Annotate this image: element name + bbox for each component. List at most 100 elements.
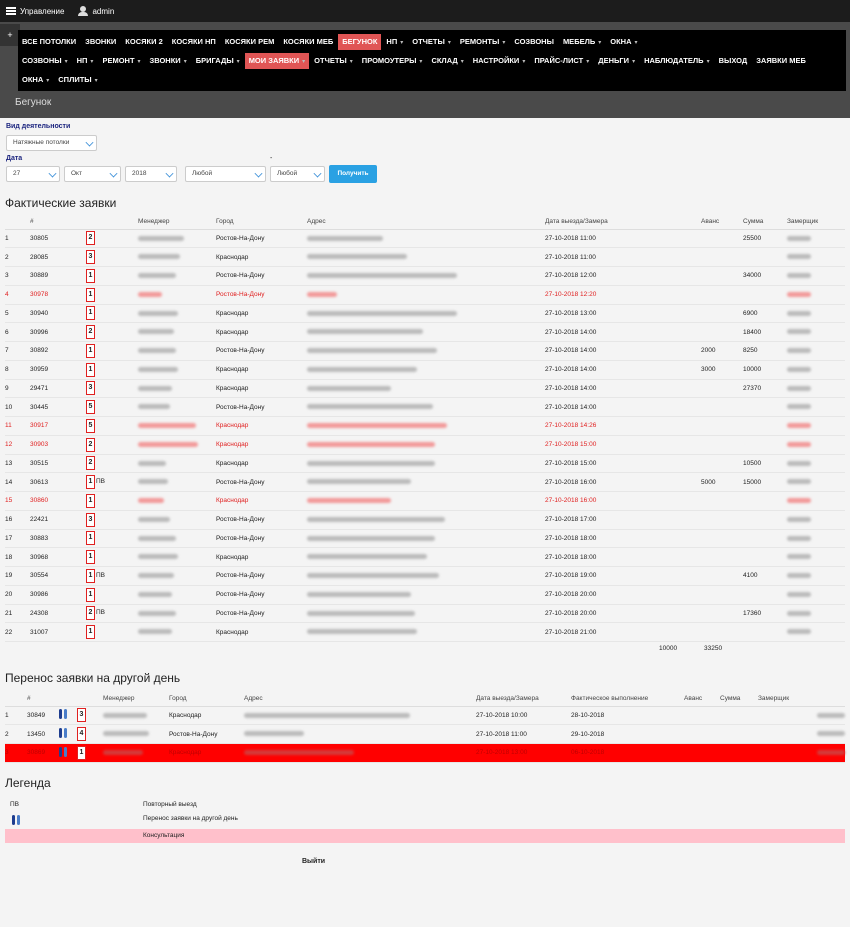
table-row[interactable]: 8 30959 1 Краснодар 27-10-2018 14:00 3000 1000…: [5, 360, 845, 379]
table-row[interactable]: 3 30889 1 Ростов-На-Дону 27-10-2018 12:00 340…: [5, 267, 845, 286]
menu-item[interactable]: СПЛИТЫ ▾: [54, 72, 101, 88]
table-row[interactable]: 12 30903 2 Краснодар 27-10-2018 15:00: [5, 435, 845, 454]
table-row[interactable]: 1 30805 2 Ростов-На-Дону 27-10-2018 11:00 255…: [5, 229, 845, 248]
manage-link[interactable]: Управление: [20, 7, 64, 16]
any-select-2[interactable]: Любой: [270, 166, 325, 182]
menu-item[interactable]: ЗАЯВКИ МЕБ: [752, 53, 810, 69]
year-select[interactable]: 2018: [125, 166, 177, 182]
menu-item[interactable]: ОТЧЕТЫ ▾: [408, 34, 455, 50]
manager-cell: [138, 398, 216, 417]
manager-cell: [138, 323, 216, 342]
get-button[interactable]: Получить: [329, 165, 377, 183]
table-row[interactable]: 7 30892 1 Ростов-На-Дону 27-10-2018 14:00 200…: [5, 342, 845, 361]
menu-item[interactable]: ПРАЙС-ЛИСТ ▾: [530, 53, 593, 69]
month-select[interactable]: Окт: [64, 166, 121, 182]
count-badge[interactable]: 1: [86, 306, 95, 321]
menu-item[interactable]: НАБЛЮДАТЕЛЬ ▾: [640, 53, 714, 69]
table-row[interactable]: 1 30849 3 Краснодар 27-10-2018 10:00 28-10-20…: [5, 706, 845, 725]
count-badge[interactable]: 1: [86, 343, 95, 358]
row-index: 18: [5, 553, 13, 561]
menu-item[interactable]: СОЗВОНЫ ▾: [18, 53, 72, 69]
count-badge[interactable]: 1: [86, 493, 95, 508]
table-row[interactable]: 18 30968 1 Краснодар 27-10-2018 18:00: [5, 548, 845, 567]
menu-item[interactable]: ПРОМОУТЕРЫ ▾: [358, 53, 427, 69]
count-badge[interactable]: 3: [86, 381, 95, 396]
menu-item[interactable]: МОИ ЗАЯВКИ ▾: [244, 52, 310, 69]
activity-select[interactable]: Натяжные потолки: [6, 135, 97, 151]
count-badge[interactable]: 3: [86, 512, 95, 527]
menu-item[interactable]: МЕБЕЛЬ ▾: [559, 34, 605, 50]
menu-item[interactable]: ОКНА ▾: [606, 34, 641, 50]
table-row[interactable]: 5 30940 1 Краснодар 27-10-2018 13:00 6900: [5, 304, 845, 323]
table-row[interactable]: 17 30883 1 Ростов-На-Дону 27-10-2018 18:00: [5, 529, 845, 548]
count-badge[interactable]: 5: [86, 400, 95, 415]
username[interactable]: admin: [92, 7, 114, 16]
count-badge[interactable]: 2: [86, 231, 95, 246]
table-row[interactable]: 22 31007 1 Краснодар 27-10-2018 21:00: [5, 623, 845, 642]
count-badge[interactable]: 1: [86, 625, 95, 640]
menu-item[interactable]: ОКНА ▾: [18, 72, 53, 88]
count-badge[interactable]: 1: [77, 745, 86, 760]
table-row[interactable]: 10 30445 5 Ростов-На-Дону 27-10-2018 14:00: [5, 398, 845, 417]
menu-item[interactable]: НП ▾: [73, 53, 98, 69]
menu-item[interactable]: ЗВОНКИ: [81, 34, 120, 50]
table-row[interactable]: 13 30515 2 Краснодар 27-10-2018 15:00 10500: [5, 454, 845, 473]
count-badge[interactable]: 1: [86, 568, 95, 583]
menu-item[interactable]: СКЛАД ▾: [427, 53, 467, 69]
menu-item[interactable]: КОСЯКИ НП: [168, 34, 220, 50]
count-badge[interactable]: 3: [77, 708, 86, 723]
count-badge[interactable]: 1: [86, 268, 95, 283]
menu-item[interactable]: РЕМОНТЫ ▾: [456, 34, 509, 50]
menu-item[interactable]: ОТЧЕТЫ ▾: [310, 53, 357, 69]
table-row[interactable]: 16 22421 3 Ростов-На-Дону 27-10-2018 17:00: [5, 510, 845, 529]
count-badge[interactable]: 1: [86, 550, 95, 565]
menu-item[interactable]: ДЕНЬГИ ▾: [594, 53, 639, 69]
any-select-1[interactable]: Любой: [185, 166, 266, 182]
redacted-manager: [138, 479, 168, 485]
expand-button[interactable]: +: [0, 24, 20, 46]
address-cell: [307, 454, 545, 473]
count-badge[interactable]: 1: [86, 475, 95, 490]
table-row[interactable]: 21 24308 2 ПВ Ростов-На-Дону 27-10-2018 20:00…: [5, 604, 845, 623]
menu-icon[interactable]: [6, 7, 16, 15]
day-select[interactable]: 27: [6, 166, 60, 182]
menu-item[interactable]: РЕМОНТ ▾: [98, 53, 144, 69]
menu-item[interactable]: ВЫХОД: [715, 53, 752, 69]
logout-link[interactable]: Выйти: [302, 858, 325, 865]
count-badge[interactable]: 1: [86, 362, 95, 377]
table-row[interactable]: 2 28085 3 Краснодар 27-10-2018 11:00: [5, 248, 845, 267]
count-badge[interactable]: 2: [86, 325, 95, 340]
menu-item[interactable]: ЗВОНКИ ▾: [146, 53, 191, 69]
count-badge[interactable]: 4: [77, 727, 86, 742]
count-badge[interactable]: 1: [86, 531, 95, 546]
table-row[interactable]: 3 30869 1 Краснодар 27-10-2018 13:00 06-10-20…: [5, 743, 845, 763]
menu-item[interactable]: КОСЯКИ РЕМ: [221, 34, 279, 50]
count-badge[interactable]: 2: [86, 437, 95, 452]
table-row[interactable]: 15 30860 1 Краснодар 27-10-2018 16:00: [5, 492, 845, 511]
transfer-title: Перенос заявки на другой день: [5, 671, 181, 685]
menu-item[interactable]: НП ▾: [382, 34, 407, 50]
count-badge[interactable]: 3: [86, 250, 95, 265]
count-badge[interactable]: 2: [86, 456, 95, 471]
menu-item[interactable]: БЕГУНОК: [338, 33, 382, 50]
table-row[interactable]: 9 29471 3 Краснодар 27-10-2018 14:00 27370: [5, 379, 845, 398]
count-badge[interactable]: 5: [86, 418, 95, 433]
redacted-address: [307, 629, 417, 635]
menu-item[interactable]: ВСЕ ПОТОЛКИ: [18, 34, 80, 50]
table-row[interactable]: 6 30996 2 Краснодар 27-10-2018 14:00 18400: [5, 323, 845, 342]
menu-item[interactable]: НАСТРОЙКИ ▾: [469, 53, 530, 69]
table-row[interactable]: 11 30917 5 Краснодар 27-10-2018 14:26: [5, 417, 845, 436]
menu-item[interactable]: КОСЯКИ 2: [121, 34, 166, 50]
menu-item[interactable]: БРИГАДЫ ▾: [192, 53, 244, 69]
table-row[interactable]: 19 30554 1 ПВ Ростов-На-Дону 27-10-2018 19:00…: [5, 567, 845, 586]
count-badge[interactable]: 1: [86, 287, 95, 302]
table-row[interactable]: 20 30986 1 Ростов-На-Дону 27-10-2018 20:00: [5, 585, 845, 604]
table-row[interactable]: 14 30613 1 ПВ Ростов-На-Дону 27-10-2018 16:00…: [5, 473, 845, 492]
caret-down-icon: ▾: [522, 58, 526, 65]
count-badge[interactable]: 2: [86, 606, 95, 621]
count-badge[interactable]: 1: [86, 587, 95, 602]
menu-item[interactable]: КОСЯКИ МЕБ: [279, 34, 337, 50]
table-row[interactable]: 2 13450 4 Ростов-На-Дону 27-10-2018 11:00 29-…: [5, 725, 845, 744]
menu-item[interactable]: СОЗВОНЫ: [510, 34, 558, 50]
table-row[interactable]: 4 30978 1 Ростов-На-Дону 27-10-2018 12:20: [5, 285, 845, 304]
